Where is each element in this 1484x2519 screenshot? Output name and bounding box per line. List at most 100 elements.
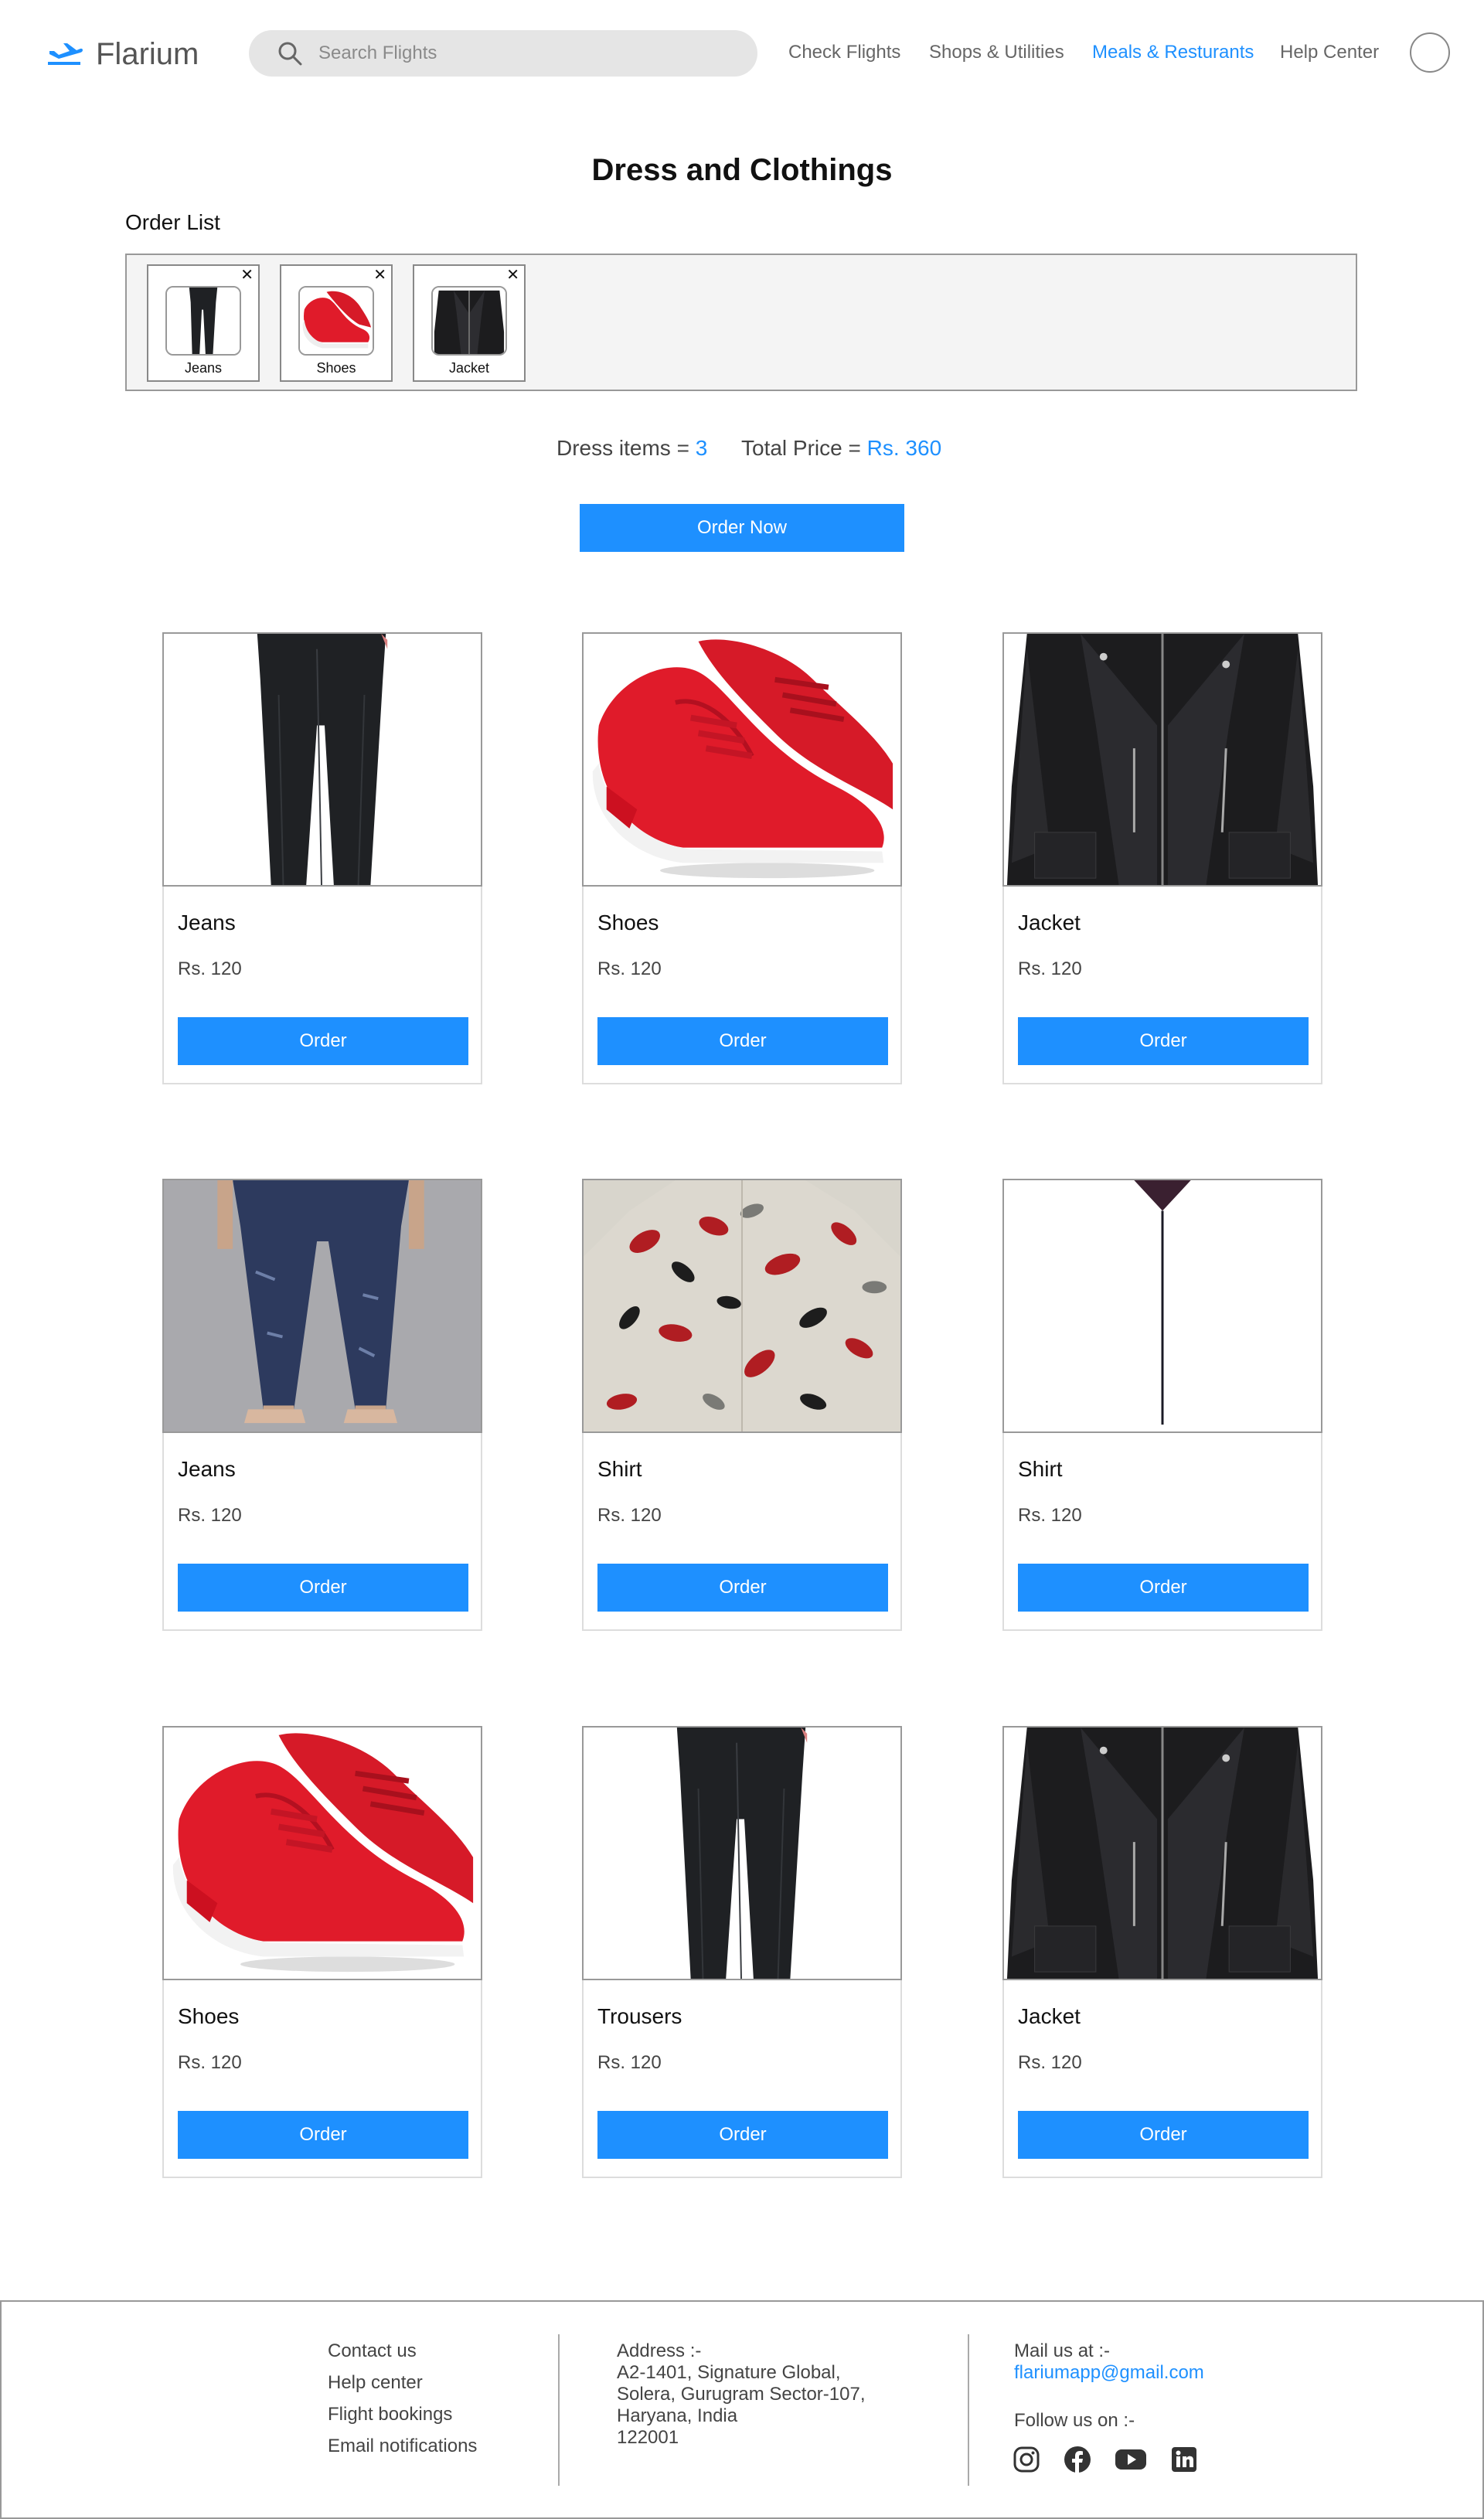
order-button[interactable]: Order: [178, 1017, 468, 1065]
close-icon[interactable]: ✕: [506, 267, 519, 283]
product-price: Rs. 120: [597, 1505, 662, 1526]
order-chip: ✕ Jacket: [413, 264, 526, 382]
product-card: Jeans Rs. 120 Order: [162, 1179, 482, 1631]
product-name: Jacket: [1018, 2004, 1081, 2028]
product-card: Jacket Rs. 120 Order: [1002, 1726, 1322, 2178]
order-button[interactable]: Order: [178, 1564, 468, 1612]
search-icon: [278, 42, 302, 66]
total-price-label: Total Price =: [741, 436, 867, 460]
order-button[interactable]: Order: [597, 1017, 888, 1065]
nav-help-center[interactable]: Help Center: [1280, 42, 1379, 63]
floral-shirt-image-graphic: [584, 1180, 900, 1431]
order-button[interactable]: Order: [1018, 1564, 1309, 1612]
linkedin-icon[interactable]: [1170, 2446, 1198, 2473]
instagram-icon[interactable]: [1013, 2446, 1040, 2473]
footer-link-help[interactable]: Help center: [328, 2372, 477, 2394]
product-name: Shirt: [1018, 1457, 1063, 1481]
blue-jeans-image: [162, 1179, 482, 1433]
product-price: Rs. 120: [178, 958, 242, 979]
total-price-value: Rs. 360: [866, 436, 942, 460]
dress-items-label: Dress items =: [556, 436, 696, 460]
airplane-icon: [48, 43, 83, 65]
product-name: Trousers: [597, 2004, 682, 2028]
footer-link-flight-bookings[interactable]: Flight bookings: [328, 2404, 477, 2425]
red-shoes-thumbnail-graphic: [300, 288, 373, 354]
footer-address: Address :- A2-1401, Signature Global, So…: [617, 2340, 865, 2449]
nav-shops-utilities[interactable]: Shops & Utilities: [929, 42, 1064, 63]
leather-jacket-image-graphic: [1004, 1728, 1321, 1979]
product-card: Shirt Rs. 120 Order: [582, 1179, 902, 1631]
product-card: Shoes Rs. 120 Order: [162, 1726, 482, 2178]
order-chip-label: Jacket: [448, 360, 490, 376]
nav-check-flights[interactable]: Check Flights: [788, 42, 900, 63]
leather-jacket-image-graphic: [1004, 634, 1321, 885]
trousers-thumbnail-graphic: [167, 288, 240, 354]
product-price: Rs. 120: [1018, 1505, 1082, 1526]
product-card: Jacket Rs. 120 Order: [1002, 632, 1322, 1084]
email-link[interactable]: flariumapp@gmail.com: [1014, 2362, 1204, 2383]
order-now-button[interactable]: Order Now: [580, 504, 904, 552]
address-line: Address :-: [617, 2340, 702, 2361]
user-avatar[interactable]: [1410, 32, 1450, 73]
product-price: Rs. 120: [178, 1505, 242, 1526]
red-sneakers-image: [162, 1726, 482, 1980]
product-card: Shirt Rs. 120 Order: [1002, 1179, 1322, 1631]
address-line: A2-1401, Signature Global,: [617, 2362, 841, 2383]
order-chip-label: Jeans: [184, 360, 223, 376]
leather-jacket-image: [1002, 632, 1322, 887]
leather-jacket-image: [1002, 1726, 1322, 1980]
product-name: Jeans: [178, 1457, 236, 1481]
black-trousers-image: [162, 632, 482, 887]
black-trousers-image-graphic: [164, 634, 481, 885]
dress-items-count: Dress items = 3: [556, 436, 707, 461]
red-sneakers-image-graphic: [164, 1728, 481, 1979]
order-chip: ✕ Shoes: [280, 264, 393, 382]
brand-logo[interactable]: Flarium: [46, 32, 199, 76]
product-card: Jeans Rs. 120 Order: [162, 632, 482, 1084]
footer-link-contact[interactable]: Contact us: [328, 2340, 477, 2362]
site-footer: Contact us Help center Flight bookings E…: [0, 2300, 1484, 2519]
trousers-thumbnail: [165, 286, 241, 356]
product-name: Shirt: [597, 1457, 642, 1481]
order-chip-label: Shoes: [316, 360, 356, 376]
dress-items-value: 3: [695, 436, 708, 460]
footer-links: Contact us Help center Flight bookings E…: [328, 2340, 477, 2457]
black-trousers-image: [582, 1726, 902, 1980]
order-button[interactable]: Order: [597, 2111, 888, 2159]
product-name: Shoes: [178, 2004, 240, 2028]
address-line: Solera, Gurugram Sector-107,: [617, 2384, 866, 2405]
order-button[interactable]: Order: [597, 1564, 888, 1612]
youtube-icon[interactable]: [1115, 2446, 1147, 2473]
social-links: [1013, 2446, 1198, 2473]
order-button[interactable]: Order: [1018, 2111, 1309, 2159]
top-navbar: Flarium Check Flights Shops & Utilities …: [0, 0, 1484, 108]
address-line: Haryana, India: [617, 2405, 738, 2426]
floral-shirt-image: [582, 1179, 902, 1433]
nav-meals-restaurants[interactable]: Meals & Resturants: [1092, 42, 1254, 63]
footer-divider: [968, 2334, 969, 2486]
address-line: 122001: [617, 2427, 679, 2448]
total-price: Total Price = Rs. 360: [741, 436, 941, 461]
order-chip: ✕ Jeans: [147, 264, 260, 382]
search-bar[interactable]: [249, 30, 757, 77]
leather-jacket-thumbnail: [431, 286, 507, 356]
brand-name: Flarium: [96, 36, 199, 71]
leather-jacket-thumbnail-graphic: [433, 288, 505, 354]
close-icon[interactable]: ✕: [373, 267, 386, 283]
footer-divider: [558, 2334, 560, 2486]
facebook-icon[interactable]: [1064, 2446, 1091, 2473]
order-button[interactable]: Order: [1018, 1017, 1309, 1065]
product-name: Shoes: [597, 911, 659, 934]
search-input[interactable]: [318, 43, 736, 64]
black-trousers-image-graphic: [584, 1728, 900, 1979]
plaid-shirt-image: [1002, 1179, 1322, 1433]
page-title: Dress and Clothings: [591, 153, 893, 187]
plaid-shirt-image-graphic: [1004, 1180, 1321, 1431]
close-icon[interactable]: ✕: [240, 267, 254, 283]
product-price: Rs. 120: [1018, 958, 1082, 979]
footer-link-email-notifications[interactable]: Email notifications: [328, 2436, 477, 2457]
product-price: Rs. 120: [597, 2052, 662, 2073]
blue-jeans-image-graphic: [164, 1180, 481, 1431]
product-price: Rs. 120: [178, 2052, 242, 2073]
order-button[interactable]: Order: [178, 2111, 468, 2159]
